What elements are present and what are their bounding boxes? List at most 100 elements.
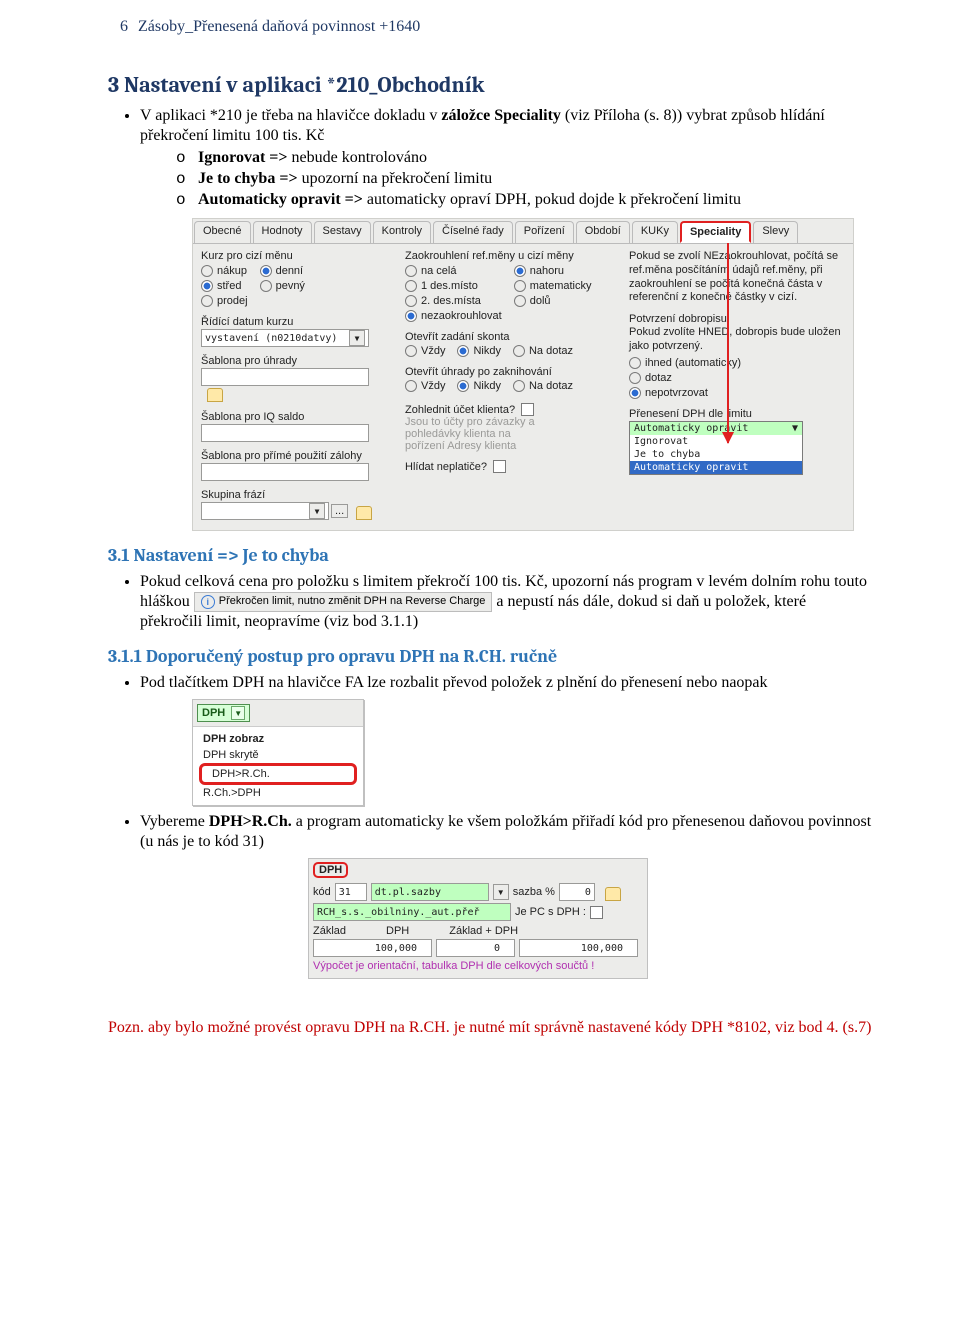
para-3-intro: V aplikaci *210 je třeba na hlavičce dok…	[140, 106, 872, 210]
label-skupina-frazi: Skupina frází	[201, 489, 397, 501]
label-neplatice: Hlídat neplatiče?	[405, 461, 487, 473]
radio-prodej[interactable]: prodej	[201, 294, 248, 308]
chevron-down-icon[interactable]: ▼	[792, 423, 798, 434]
para-3-1-1b: Vybereme DPH>R.Ch. a program automaticky…	[140, 812, 872, 852]
doc-title: Zásoby_Přenesená daňová povinnost +1640	[138, 18, 420, 36]
page-header: 6 Zásoby_Přenesená daňová povinnost +164…	[108, 18, 872, 36]
chevron-down-icon[interactable]: ▼	[349, 330, 365, 346]
panel-title-dph: DPH	[313, 862, 348, 878]
chevron-down-icon[interactable]: ▼	[309, 503, 325, 519]
radio-des2[interactable]: 2. des.místa	[405, 294, 502, 308]
label-sazba: sazba %	[513, 886, 555, 898]
label-sablona-iq: Šablona pro IQ saldo	[201, 411, 397, 423]
field-sablona-zalohy[interactable]	[201, 463, 369, 481]
radio-denni[interactable]: denní	[260, 264, 305, 278]
tab-sestavy[interactable]: Sestavy	[314, 221, 371, 243]
tab-porizeni[interactable]: Pořízení	[515, 221, 574, 243]
panel-footer-note: Výpočet je orientační, tabulka DPH dle c…	[313, 960, 643, 972]
value-dph: 0	[436, 939, 515, 957]
tab-ciselne[interactable]: Číselné řady	[433, 221, 513, 243]
label-jepc: Je PC s DPH :	[515, 906, 586, 918]
para-3-1-1a: Pod tlačítkem DPH na hlavičce FA lze roz…	[140, 673, 872, 693]
screenshot-dph-menu: DPH ▼ DPH zobraz DPH skrytě DPH>R.Ch. R.…	[192, 699, 364, 806]
folder-open-icon[interactable]	[605, 887, 621, 901]
tab-kontroly[interactable]: Kontroly	[373, 221, 431, 243]
tab-obdobi[interactable]: Období	[576, 221, 630, 243]
radio-pevny[interactable]: pevný	[260, 279, 305, 293]
field-kod[interactable]: 31	[335, 883, 367, 901]
label-zaokrouhleni: Zaokrouhlení ref.měny u cizí měny	[405, 250, 621, 262]
label-kod: kód	[313, 886, 331, 898]
menu-rch-dph[interactable]: R.Ch.>DPH	[193, 785, 363, 801]
option-ignorovat[interactable]: Ignorovat	[630, 435, 802, 448]
checkbox-jepc[interactable]	[590, 906, 603, 919]
info-bar: i Překročen limit, nutno změnit DPH na R…	[194, 592, 493, 612]
radio-stred[interactable]: střed	[201, 279, 248, 293]
field-sablona-iq[interactable]	[201, 424, 369, 442]
checkbox-zohlednit[interactable]	[521, 403, 534, 416]
dph-button[interactable]: DPH ▼	[197, 704, 250, 722]
radio-mat[interactable]: matematicky	[514, 279, 592, 293]
label-sablona-uhrady: Šablona pro úhrady	[201, 355, 397, 367]
label-potvrzeni: Potvrzení dobropisu	[629, 313, 845, 325]
folder-open-icon[interactable]	[356, 506, 372, 520]
red-arrow-annotation	[727, 235, 729, 443]
tab-speciality[interactable]: Speciality	[680, 221, 751, 243]
radio-uh-nikdy[interactable]: Nikdy	[457, 379, 501, 393]
label-kurz: Kurz pro cizí měnu	[201, 250, 397, 262]
field-sablona-uhrady[interactable]	[201, 368, 369, 386]
label-preneseni-dph: Přenesení DPH dle limitu	[629, 408, 845, 420]
radio-des1[interactable]: 1 des.místo	[405, 279, 502, 293]
label-dph: DPH	[386, 925, 409, 937]
menu-dph-zobraz[interactable]: DPH zobraz	[193, 731, 363, 747]
radio-dolu[interactable]: dolů	[514, 294, 592, 308]
field-skupina-frazi[interactable]: ▼	[201, 502, 329, 520]
dropdown-preneseni-dph[interactable]: Automaticky opravit ▼ Ignorovat Je to chy…	[629, 421, 803, 475]
radio-nahoru[interactable]: nahoru	[514, 264, 592, 278]
footnote: Pozn. aby bylo možné provést opravu DPH …	[108, 1019, 872, 1037]
checkbox-neplatice[interactable]	[493, 460, 506, 473]
heading-3: 3 Nastavení v aplikaci *210_Obchodník	[108, 72, 872, 98]
tab-hodnoty[interactable]: Hodnoty	[253, 221, 312, 243]
tab-kuky[interactable]: KUKy	[632, 221, 678, 243]
tab-obecne[interactable]: Obecné	[194, 221, 251, 243]
label-zakladdph: Základ + DPH	[449, 925, 518, 937]
screenshot-dph-panel: DPH kód 31 dt.pl.sazby ▼ sazba % 0 RCH_s…	[308, 858, 648, 979]
radio-sk-nikdy[interactable]: Nikdy	[457, 344, 501, 358]
radio-sk-vzdy[interactable]: Vždy	[405, 344, 445, 358]
ellipsis-button[interactable]: ...	[331, 504, 348, 518]
folder-open-icon[interactable]	[207, 388, 223, 402]
field-dtplsazby[interactable]: dt.pl.sazby	[371, 883, 489, 901]
field-desc[interactable]: RCH_s.s._obilniny._aut.přeř	[313, 903, 511, 921]
chevron-down-icon[interactable]: ▼	[493, 884, 509, 900]
label-ridici: Řídící datum kurzu	[201, 316, 397, 328]
option-auto-opravit[interactable]: Automaticky opravit	[630, 461, 802, 474]
menu-dph-skryte[interactable]: DPH skrytě	[193, 747, 363, 763]
field-ridici[interactable]: vystavení (n0210datvy)▼	[201, 329, 369, 347]
menu-dph-rch[interactable]: DPH>R.Ch.	[199, 763, 357, 785]
help-text: Jsou to účty pro závazky a pohledávky kl…	[405, 416, 621, 452]
radio-uh-vzdy[interactable]: Vždy	[405, 379, 445, 393]
field-sazba[interactable]: 0	[559, 883, 595, 901]
radio-nez[interactable]: nezaokrouhlovat	[405, 309, 502, 323]
option-je-to-chyba[interactable]: Je to chyba	[630, 448, 802, 461]
value-zakladdph: 100,000	[519, 939, 638, 957]
screenshot-speciality-form: Obecné Hodnoty Sestavy Kontroly Číselné …	[192, 218, 854, 531]
heading-3-1: 3.1 Nastavení => Je to chyba	[108, 545, 872, 566]
radio-sk-nadotaz[interactable]: Na dotaz	[513, 344, 573, 358]
info-icon: i	[201, 595, 215, 609]
radio-dotaz[interactable]: dotaz	[629, 371, 845, 385]
chevron-down-icon[interactable]: ▼	[231, 706, 245, 720]
heading-3-1-1: 3.1.1 Doporučený postup pro opravu DPH n…	[108, 646, 872, 667]
radio-nakup[interactable]: nákup	[201, 264, 248, 278]
radio-uh-nadotaz[interactable]: Na dotaz	[513, 379, 573, 393]
radio-nacela[interactable]: na celá	[405, 264, 502, 278]
page-number: 6	[108, 18, 128, 36]
label-sablona-zalohy: Šablona pro přímé použití zálohy	[201, 450, 397, 462]
radio-nepot[interactable]: nepotvrzovat	[629, 386, 845, 400]
radio-ihned[interactable]: ihned (automaticky)	[629, 356, 845, 370]
para-3-1: Pokud celková cena pro položku s limitem…	[140, 572, 872, 632]
help-note-potvrzeni: Pokud zvolíte HNED, dobropis bude uložen…	[629, 326, 845, 354]
tab-slevy[interactable]: Slevy	[753, 221, 798, 243]
help-note-zaokrouhleni: Pokud se zvolí NEzaokrouhlovat, počítá s…	[629, 250, 845, 305]
